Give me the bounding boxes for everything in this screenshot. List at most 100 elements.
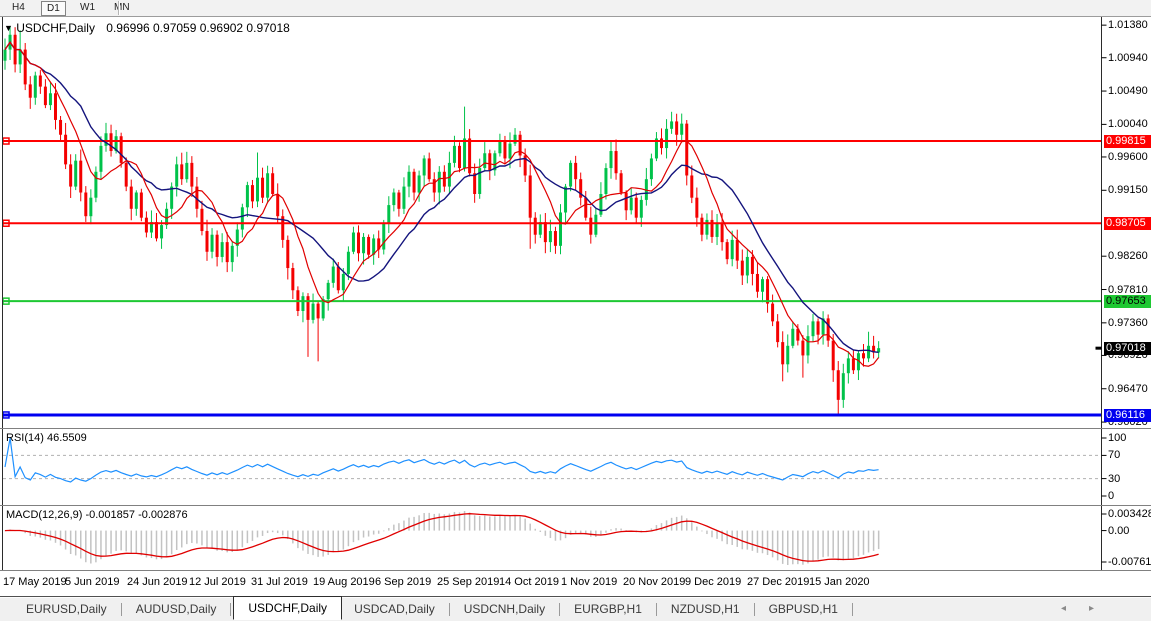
macd-histogram-bar — [802, 531, 804, 565]
candle-body — [847, 358, 850, 373]
macd-histogram-bar — [60, 531, 62, 546]
symbol-tab-gbpusd[interactable]: GBPUSD,H1 — [757, 598, 850, 620]
macd-histogram-bar — [752, 531, 754, 551]
macd-histogram-bar — [80, 531, 82, 559]
tab-scroll-left-icon[interactable]: ◂ — [1061, 603, 1066, 614]
macd-histogram-bar — [272, 531, 274, 533]
macd-histogram-bar — [191, 531, 193, 543]
symbol-tab-eurusd[interactable]: EURUSD,Daily — [14, 598, 119, 620]
candle-body — [786, 346, 789, 365]
candle-body — [276, 194, 279, 216]
macd-histogram-bar — [787, 531, 789, 565]
rsi-indicator-pane[interactable]: RSI(14) 46.5509 10070300 — [0, 428, 1151, 505]
macd-histogram-bar — [439, 513, 441, 530]
candle-body — [64, 135, 67, 165]
candle-body — [433, 179, 436, 192]
macd-histogram-bar — [519, 516, 521, 530]
macd-histogram-bar — [100, 531, 102, 560]
macd-histogram-bar — [575, 531, 577, 534]
candle-body — [473, 173, 476, 194]
candle-body — [771, 304, 774, 322]
candle-body — [620, 173, 623, 192]
candle-body — [448, 163, 451, 187]
macd-histogram-bar — [812, 531, 814, 561]
macd-histogram-bar — [494, 516, 496, 530]
macd-histogram-bar — [413, 517, 415, 531]
symbol-tab-usdcad[interactable]: USDCAD,Daily — [342, 598, 447, 620]
macd-histogram-bar — [605, 531, 607, 533]
macd-histogram-bar — [747, 531, 749, 550]
candle-body — [231, 246, 234, 262]
candle-body — [397, 193, 400, 209]
macd-histogram-bar — [307, 531, 309, 554]
macd-histogram-bar — [232, 531, 234, 552]
timeframe-button-h4[interactable]: H4 — [7, 1, 30, 14]
price-chart-pane[interactable]: ▼ USDCHF,Daily 0.96996 0.97059 0.96902 0… — [0, 17, 1151, 428]
candle-body — [89, 198, 92, 217]
candle-body — [261, 178, 264, 198]
candle-body — [463, 138, 466, 168]
macd-histogram-bar — [555, 531, 557, 541]
tab-divider — [559, 603, 560, 616]
candle-body — [175, 164, 178, 186]
macd-histogram-bar — [762, 531, 764, 554]
macd-histogram-bar — [428, 513, 430, 531]
macd-histogram-bar — [868, 531, 870, 553]
tab-scroll-right-icon[interactable]: ▸ — [1089, 603, 1094, 614]
candle-body — [534, 218, 537, 235]
candle-body — [776, 321, 779, 342]
symbol-tab-usdcnh[interactable]: USDCNH,Daily — [452, 598, 557, 620]
symbol-tab-audusd[interactable]: AUDUSD,Daily — [124, 598, 229, 620]
candle-body — [332, 267, 335, 283]
macd-histogram-bar — [504, 516, 506, 530]
macd-histogram-bar — [333, 531, 335, 553]
timeframe-button-mn[interactable]: MN — [109, 1, 135, 14]
macd-histogram-bar — [529, 524, 531, 531]
symbol-tab-nzdusd[interactable]: NZDUSD,H1 — [659, 598, 752, 620]
macd-indicator-pane[interactable]: MACD(12,26,9) -0.001857 -0.002876 0.0034… — [0, 505, 1151, 570]
candle-body — [837, 370, 840, 400]
price-chart-canvas[interactable] — [0, 17, 1151, 428]
candle-body — [812, 321, 815, 336]
rsi-canvas[interactable] — [0, 429, 1151, 505]
date-axis-label: 15 Jan 2020 — [809, 576, 870, 588]
macd-histogram-bar — [469, 513, 471, 531]
macd-histogram-bar — [595, 531, 597, 537]
candle-body — [387, 205, 390, 224]
macd-histogram-bar — [565, 531, 567, 539]
macd-histogram-bar — [156, 531, 158, 560]
level-price-badge: 0.98705 — [1104, 217, 1151, 230]
timeframe-button-w1[interactable]: W1 — [75, 1, 100, 14]
symbol-tab-usdchf[interactable]: USDCHF,Daily — [233, 596, 342, 620]
macd-histogram-bar — [696, 527, 698, 531]
candle-body — [135, 193, 138, 209]
candle-body — [685, 124, 688, 176]
candle-body — [625, 193, 628, 211]
macd-histogram-bar — [848, 531, 850, 559]
macd-histogram-bar — [393, 525, 395, 531]
price-axis-label: 0.98260 — [1108, 250, 1148, 262]
price-axis-label: 0.99150 — [1108, 184, 1148, 196]
macd-histogram-bar — [767, 531, 769, 555]
candle-body — [69, 164, 72, 186]
macd-histogram-bar — [686, 518, 688, 530]
candle-body — [317, 304, 320, 319]
macd-histogram-bar — [125, 531, 127, 552]
candle-body — [54, 93, 57, 120]
macd-histogram-bar — [550, 531, 552, 538]
timeframe-button-d1[interactable]: D1 — [41, 1, 66, 16]
candle-body — [680, 124, 683, 135]
candle-body — [94, 172, 97, 198]
candle-body — [716, 224, 719, 237]
candle-body — [630, 198, 633, 211]
macd-histogram-bar — [772, 531, 774, 558]
candle-body — [610, 151, 613, 168]
rsi-line — [5, 438, 879, 482]
macd-histogram-bar — [221, 531, 223, 551]
candle-body — [286, 240, 289, 268]
macd-histogram-bar — [388, 528, 390, 531]
symbol-tab-eurgbp[interactable]: EURGBP,H1 — [562, 598, 654, 620]
candle-body — [589, 218, 592, 235]
candle-body — [660, 138, 663, 148]
date-axis-label: 20 Nov 2019 — [623, 576, 685, 588]
